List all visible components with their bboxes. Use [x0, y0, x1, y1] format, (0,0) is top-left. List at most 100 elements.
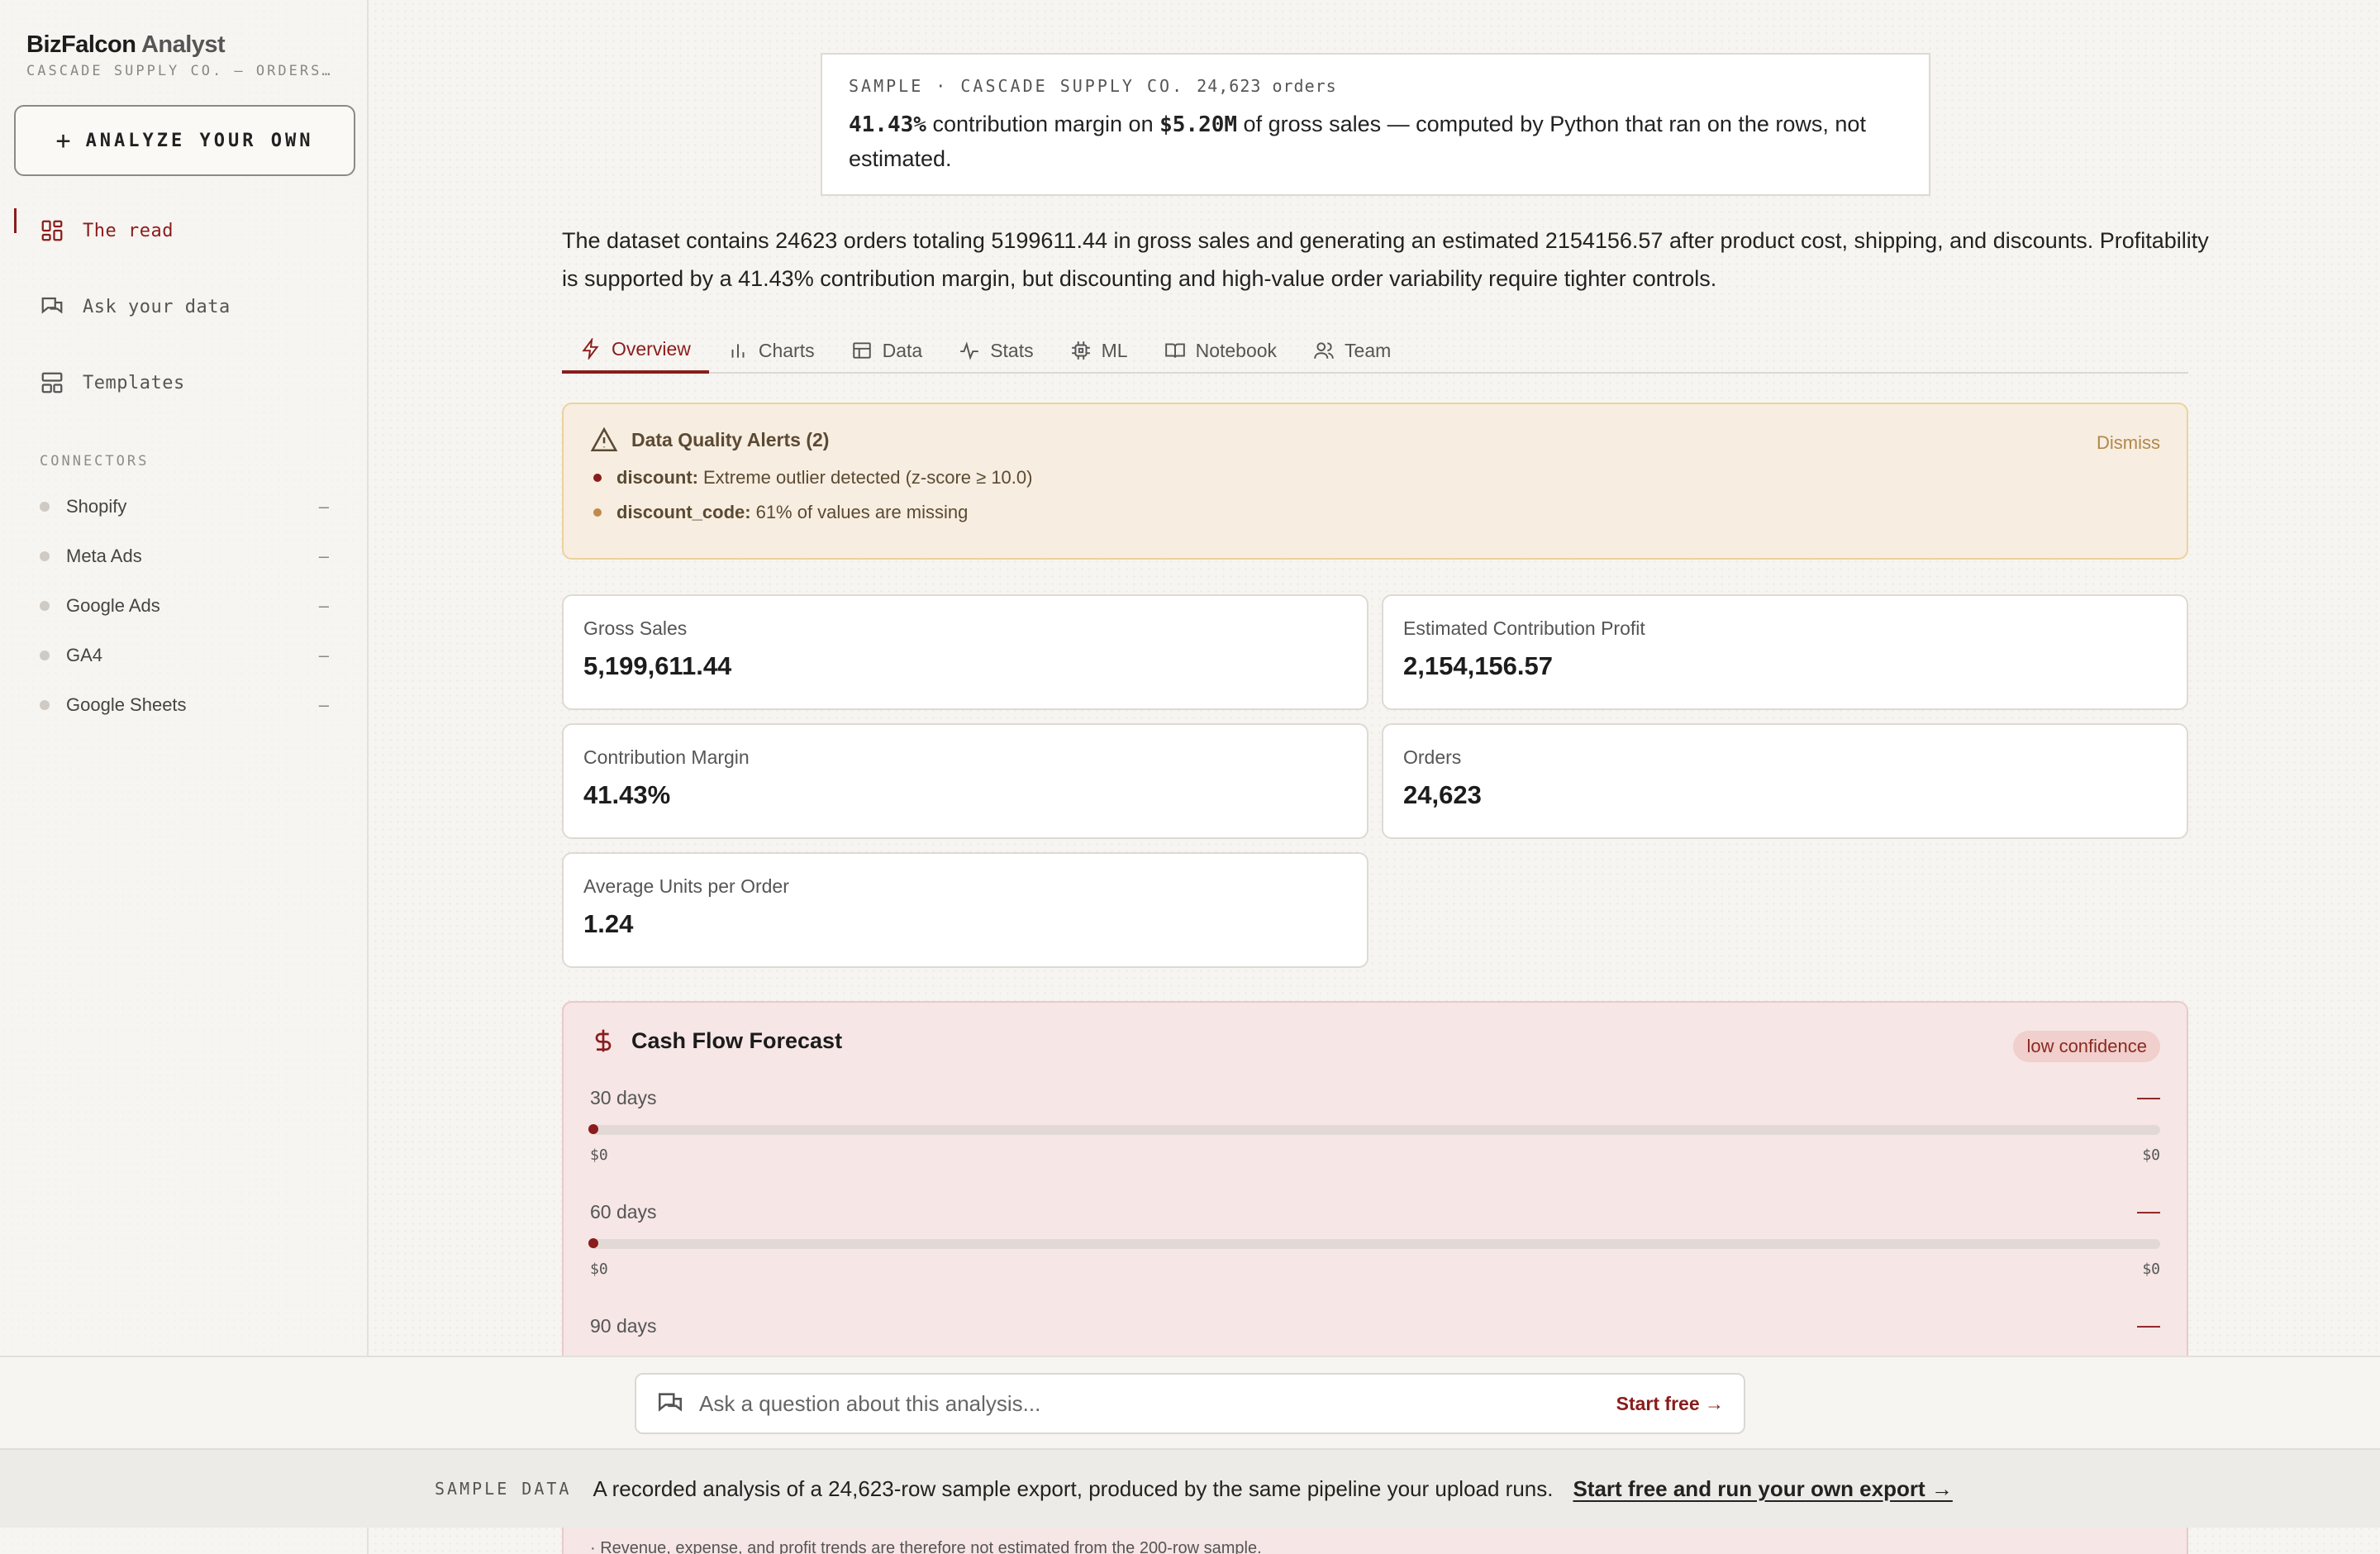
analysis-tabs: Overview Charts Data Stats ML Notebook T…	[562, 327, 2188, 374]
ask-bar: Start free →	[635, 1373, 1745, 1434]
start-free-link[interactable]: Start free and run your own export →	[1573, 1476, 1952, 1502]
status-dot	[40, 601, 50, 611]
tab-label: Notebook	[1195, 339, 1278, 361]
forecast-heading: Cash Flow Forecast	[590, 1027, 2160, 1054]
pulse-icon	[960, 341, 979, 360]
tab-charts[interactable]: Charts	[709, 327, 833, 374]
chat-icon	[41, 297, 63, 314]
plus-icon: +	[55, 126, 71, 155]
forecast-period: 60 days	[590, 1201, 657, 1223]
connector-name: Google Sheets	[66, 694, 187, 715]
active-nav-indicator	[14, 208, 17, 233]
forecast-point-marker	[588, 1124, 598, 1134]
headline-gross: $5.20M	[1159, 112, 1238, 137]
book-icon	[1164, 343, 1185, 358]
ask-question-input[interactable]	[699, 1390, 1616, 1417]
kpi-label: Average Units per Order	[583, 875, 789, 897]
kpi-label: Gross Sales	[583, 617, 688, 639]
chip-icon	[1071, 341, 1090, 360]
tab-label: Team	[1345, 339, 1392, 361]
alert-item-discount-code: discount_code: 61% of values are missing	[590, 502, 2160, 523]
connector-ga4[interactable]: GA4 –	[40, 645, 329, 666]
kpi-label: Orders	[1403, 746, 1462, 768]
grid-icon	[41, 220, 63, 241]
start-free-button[interactable]: Start free →	[1616, 1393, 1724, 1415]
tab-label: ML	[1101, 339, 1128, 361]
brand-logo[interactable]: BizFalcon Analyst	[26, 31, 226, 59]
connectors-heading: CONNECTORS	[40, 453, 150, 470]
analyze-your-own-button[interactable]: + ANALYZE YOUR OWN	[14, 105, 355, 176]
connector-name: Google Ads	[66, 595, 160, 616]
kpi-gross-sales: Gross Sales 5,199,611.44	[562, 594, 1368, 710]
confidence-badge: low confidence	[2013, 1031, 2160, 1062]
table-icon	[852, 342, 871, 359]
dismiss-alerts-button[interactable]: Dismiss	[2097, 432, 2160, 454]
sample-headline: 41.43% contribution margin on $5.20M of …	[849, 107, 1902, 176]
connector-status: –	[318, 546, 329, 566]
dollar-icon	[595, 1029, 612, 1052]
chat-icon	[658, 1393, 683, 1412]
sample-label: SAMPLE · CASCADE SUPPLY CO. 24,623 order…	[849, 76, 1902, 96]
nav-label: The read	[83, 220, 174, 241]
tab-label: Stats	[990, 339, 1034, 361]
nav-label: Ask your data	[83, 296, 231, 317]
alerts-heading: Data Quality Alerts (2)	[590, 426, 2160, 454]
kpi-value: 24,623	[1403, 780, 1482, 809]
templates-icon	[41, 372, 63, 393]
forecast-max: $0	[2142, 1146, 2160, 1164]
nav-item-the-read[interactable]: The read	[40, 218, 174, 243]
status-dot	[40, 651, 50, 660]
connector-name: Shopify	[66, 496, 127, 517]
alert-item-discount: discount: Extreme outlier detected (z-sc…	[590, 467, 2160, 489]
forecast-range-track	[588, 1124, 2160, 1135]
tab-data[interactable]: Data	[833, 327, 941, 374]
tab-notebook[interactable]: Notebook	[1146, 327, 1295, 374]
kpi-orders: Orders 24,623	[1382, 723, 2188, 839]
tab-overview[interactable]: Overview	[562, 327, 709, 374]
tab-stats[interactable]: Stats	[940, 327, 1051, 374]
bar-chart-icon	[731, 344, 745, 358]
forecast-value: —	[2137, 1084, 2160, 1109]
tab-team[interactable]: Team	[1295, 327, 1409, 374]
alert-text: 61% of values are missing	[755, 502, 969, 522]
users-icon	[1314, 342, 1334, 359]
connector-status: –	[318, 694, 329, 715]
forecast-range-track	[588, 1238, 2160, 1249]
forecast-period: 90 days	[590, 1315, 657, 1337]
forecast-value: —	[2137, 1198, 2160, 1223]
sample-order-count: 24,623 orders	[1197, 76, 1337, 96]
sample-data-tag: SAMPLE DATA	[435, 1479, 572, 1499]
project-subtitle: CASCADE SUPPLY CO. — ORDERS…	[26, 63, 333, 79]
analysis-summary: The dataset contains 24623 orders totali…	[562, 228, 2209, 291]
bolt-icon	[582, 338, 599, 360]
kpi-value: 5,199,611.44	[583, 651, 732, 680]
warning-icon	[590, 427, 618, 452]
connector-google-ads[interactable]: Google Ads –	[40, 595, 329, 617]
ask-bar-container: Start free →	[0, 1356, 2380, 1448]
connector-name: GA4	[66, 645, 103, 665]
connector-meta-ads[interactable]: Meta Ads –	[40, 546, 329, 567]
kpi-contribution-margin: Contribution Margin 41.43%	[562, 723, 1368, 839]
forecast-row-60-days: 60 days — $0 $0	[588, 1198, 2160, 1278]
forecast-title: Cash Flow Forecast	[631, 1027, 843, 1053]
kpi-label: Contribution Margin	[583, 746, 750, 768]
nav-label: Templates	[83, 372, 185, 393]
brand-name: BizFalcon	[26, 31, 136, 58]
connector-shopify[interactable]: Shopify –	[40, 496, 329, 517]
status-dot	[40, 551, 50, 561]
status-dot	[40, 502, 50, 512]
nav-item-templates[interactable]: Templates	[40, 370, 185, 395]
connector-google-sheets[interactable]: Google Sheets –	[40, 694, 329, 716]
forecast-footnote: · Revenue, expense, and profit trends ar…	[590, 1539, 1262, 1554]
sidebar: BizFalcon Analyst CASCADE SUPPLY CO. — O…	[0, 0, 369, 1554]
kpi-value: 41.43%	[583, 780, 671, 809]
alert-field: discount:	[616, 467, 698, 488]
nav-item-ask-your-data[interactable]: Ask your data	[40, 294, 231, 319]
tab-ml[interactable]: ML	[1052, 327, 1146, 374]
alert-bullet	[593, 508, 602, 517]
kpi-value: 1.24	[583, 909, 634, 938]
kpi-average-units: Average Units per Order 1.24	[562, 852, 1368, 968]
tab-label: Charts	[758, 339, 815, 361]
forecast-min: $0	[590, 1261, 608, 1278]
headline-margin: 41.43%	[849, 112, 926, 137]
